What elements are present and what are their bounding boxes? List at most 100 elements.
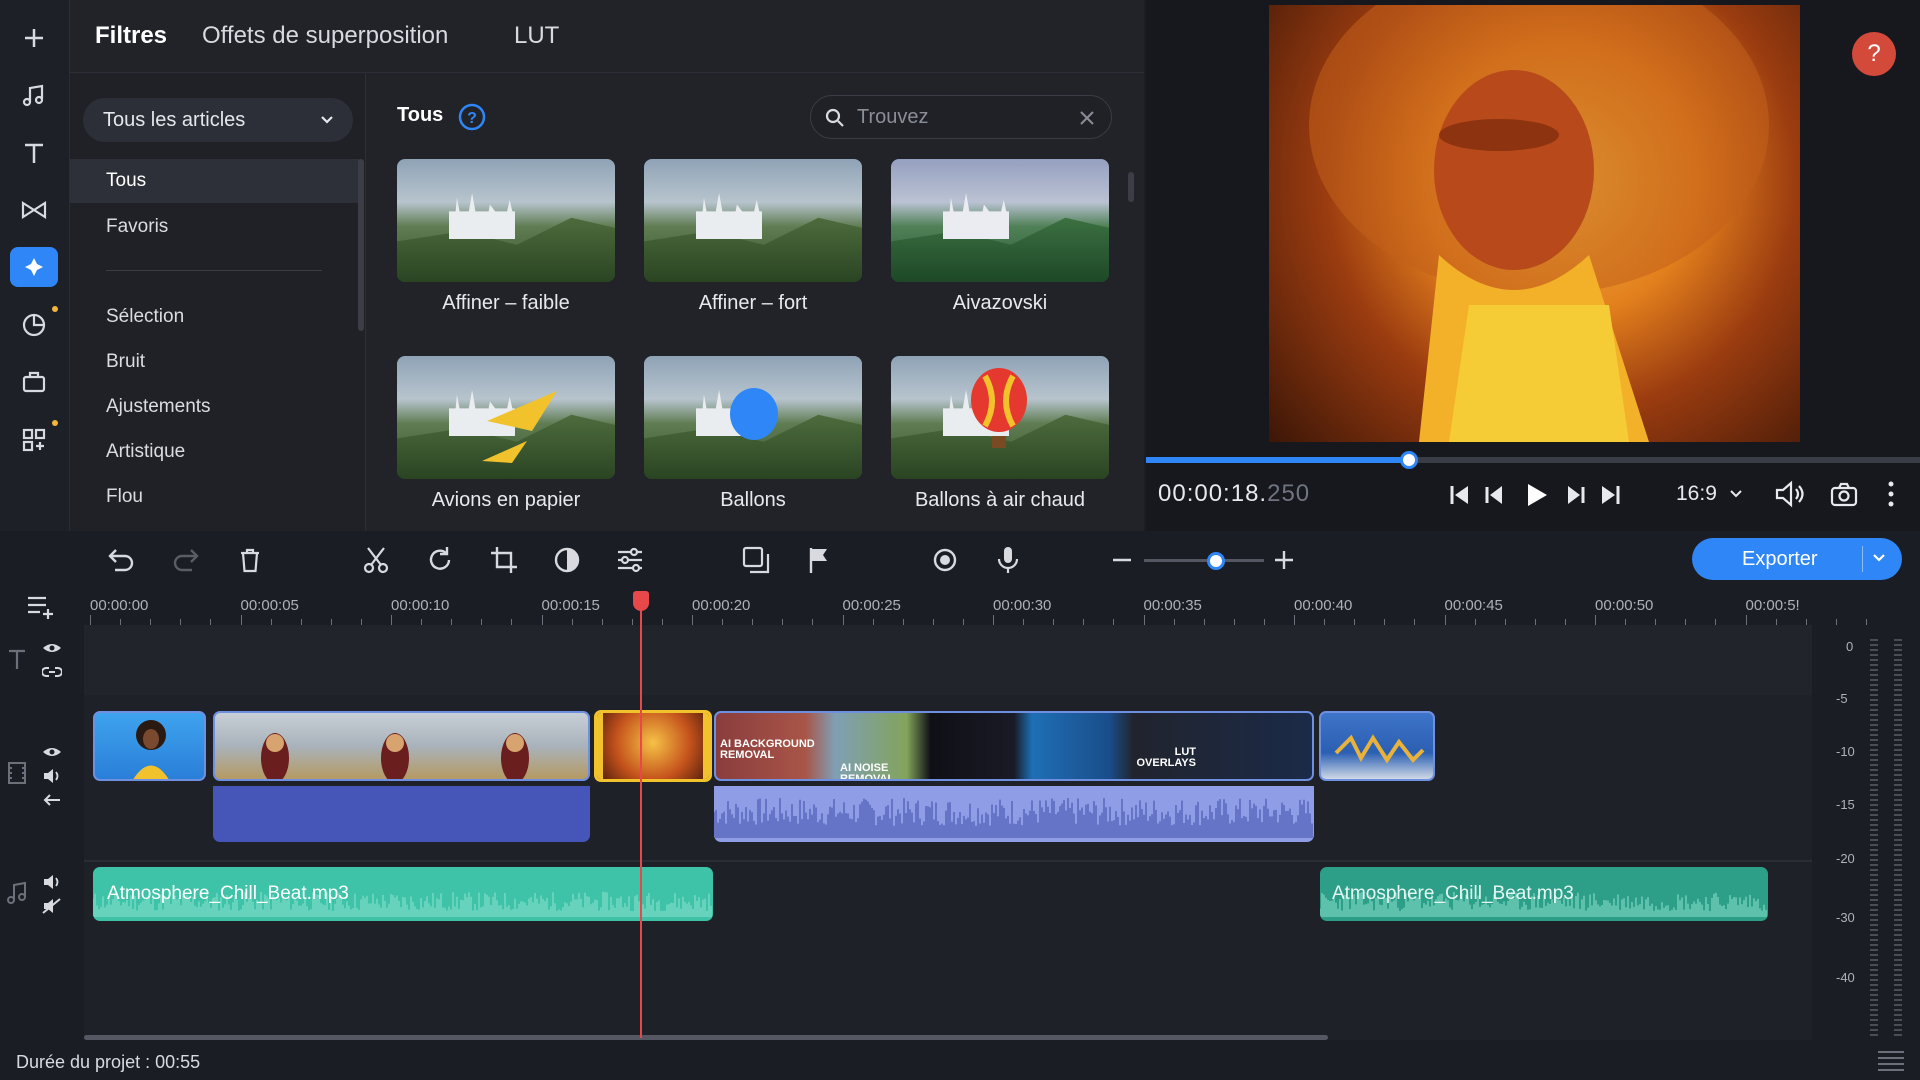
- detach-audio-icon[interactable]: [42, 792, 62, 808]
- preview-progress-track[interactable]: [1146, 457, 1920, 463]
- playhead[interactable]: [640, 602, 642, 1038]
- filter-thumbnail[interactable]: [397, 356, 615, 479]
- chevron-down-icon[interactable]: [1872, 553, 1886, 565]
- text-icon[interactable]: [10, 133, 58, 173]
- scrollbar[interactable]: [1128, 172, 1134, 202]
- ruler-label: 00:00:50: [1595, 597, 1654, 614]
- frame-back-icon[interactable]: [1484, 483, 1508, 507]
- export-button[interactable]: Exporter: [1692, 538, 1902, 580]
- crop-icon[interactable]: [488, 544, 520, 576]
- vu-bar: [1870, 639, 1878, 1039]
- help-button[interactable]: ?: [1852, 32, 1896, 76]
- add-track-icon[interactable]: [26, 592, 58, 620]
- music-note-icon[interactable]: [10, 76, 58, 116]
- tools-rail: [0, 0, 70, 531]
- music-clip[interactable]: Atmosphere_Chill_Beat.mp3: [1320, 867, 1768, 921]
- zoom-in-icon[interactable]: [1268, 544, 1300, 576]
- frame-forward-icon[interactable]: [1562, 483, 1586, 507]
- playhead-handle[interactable]: [633, 591, 649, 611]
- tab-lut[interactable]: LUT: [514, 22, 559, 50]
- filter-thumbnail[interactable]: [397, 159, 615, 282]
- video-clip[interactable]: [1319, 711, 1435, 781]
- text-track[interactable]: [84, 625, 1812, 695]
- category-item[interactable]: Bruit: [106, 351, 145, 373]
- timecode-ms: 250: [1267, 480, 1311, 507]
- plus-icon[interactable]: [10, 18, 58, 58]
- more-tools-icon[interactable]: [10, 420, 58, 460]
- filter-label: Ballons à air chaud: [914, 489, 1086, 511]
- tab-filtres[interactable]: Filtres: [95, 22, 167, 50]
- video-clip[interactable]: [213, 711, 590, 781]
- scrollbar[interactable]: [358, 159, 364, 331]
- help-icon[interactable]: ?: [458, 103, 486, 131]
- filter-thumbnail[interactable]: [644, 159, 862, 282]
- settings-sliders-icon[interactable]: [614, 544, 646, 576]
- category-item[interactable]: Flou: [106, 486, 143, 508]
- skip-end-icon[interactable]: [1598, 483, 1622, 507]
- category-item[interactable]: Ajustements: [106, 396, 211, 418]
- divider: [70, 72, 1144, 73]
- category-item[interactable]: Sélection: [106, 306, 184, 328]
- clip-audio-strip[interactable]: [213, 786, 590, 842]
- music-clip-label: Atmosphere_Chill_Beat.mp3: [107, 883, 349, 904]
- category-dropdown[interactable]: Tous les articles: [83, 98, 353, 142]
- sticker-icon[interactable]: [10, 305, 58, 345]
- play-icon[interactable]: [1522, 481, 1550, 509]
- tab-overlays[interactable]: Offets de superposition: [202, 22, 448, 50]
- vu-scale-label: -20: [1836, 851, 1855, 866]
- category-item[interactable]: Artistique: [106, 441, 185, 463]
- zoom-slider[interactable]: [1144, 559, 1264, 562]
- clip-trim-handle[interactable]: [597, 713, 603, 779]
- video-clip[interactable]: AI BACKGROUND REMOVAL AI NOISE REMOVAL L…: [714, 711, 1314, 781]
- skip-start-icon[interactable]: [1448, 483, 1472, 507]
- transition-icon[interactable]: [10, 190, 58, 230]
- camera-icon[interactable]: [1830, 481, 1858, 507]
- ruler-label: 00:00:20: [692, 597, 751, 614]
- microphone-icon[interactable]: [992, 544, 1024, 576]
- trash-icon[interactable]: [234, 544, 266, 576]
- speaker-icon[interactable]: [42, 768, 62, 784]
- undo-icon[interactable]: [105, 544, 137, 576]
- more-options-icon[interactable]: [1886, 480, 1896, 508]
- clip-properties-icon[interactable]: [740, 544, 772, 576]
- mute-link-icon[interactable]: [42, 898, 62, 914]
- clip-audio-strip[interactable]: [714, 786, 1314, 842]
- clip-thumbnail: [261, 733, 529, 779]
- filter-thumbnail[interactable]: [891, 159, 1109, 282]
- stock-icon[interactable]: [10, 362, 58, 402]
- grid-toggle-icon[interactable]: [1876, 1048, 1906, 1074]
- clip-trim-handle[interactable]: [703, 713, 709, 779]
- video-clip[interactable]: [93, 711, 206, 781]
- music-clip-label: Atmosphere_Chill_Beat.mp3: [1332, 883, 1574, 904]
- text-track-icon: [9, 649, 25, 669]
- speaker-icon[interactable]: [42, 874, 62, 890]
- timeline-tracks: AI BACKGROUND REMOVAL AI NOISE REMOVAL L…: [84, 625, 1812, 1040]
- record-icon[interactable]: [929, 544, 961, 576]
- search-input[interactable]: Trouvez: [810, 95, 1112, 139]
- color-adjust-icon[interactable]: [551, 544, 583, 576]
- filter-thumbnail[interactable]: [891, 356, 1109, 479]
- category-item[interactable]: Favoris: [106, 216, 168, 238]
- preview-scrubber[interactable]: [1400, 451, 1419, 469]
- marker-flag-icon[interactable]: [803, 544, 835, 576]
- music-clip[interactable]: Atmosphere_Chill_Beat.mp3: [93, 867, 713, 921]
- zoom-slider-knob[interactable]: [1207, 552, 1225, 570]
- eye-icon[interactable]: [42, 744, 62, 760]
- redo-icon[interactable]: [170, 544, 202, 576]
- cut-icon[interactable]: [360, 544, 392, 576]
- filter-label: Affiner – faible: [442, 292, 570, 314]
- filter-thumbnail[interactable]: [644, 356, 862, 479]
- filters-icon[interactable]: [10, 247, 58, 287]
- rotate-icon[interactable]: [424, 544, 456, 576]
- video-clip-selected[interactable]: [594, 710, 712, 782]
- ruler-tick: [842, 615, 844, 625]
- link-icon[interactable]: [42, 664, 62, 680]
- timeline-ruler[interactable]: 00:00:00 00:00:05 00:00:10 00:00:15 00:00:20…: [84, 589, 1867, 625]
- zoom-out-icon[interactable]: [1106, 544, 1138, 576]
- category-item[interactable]: Tous: [70, 159, 360, 203]
- ruler-label: 00:00:05: [240, 597, 299, 614]
- eye-icon[interactable]: [42, 640, 62, 656]
- clear-icon[interactable]: [1079, 110, 1095, 126]
- aspect-ratio-select[interactable]: 16:9: [1676, 482, 1743, 506]
- volume-icon[interactable]: [1774, 480, 1806, 508]
